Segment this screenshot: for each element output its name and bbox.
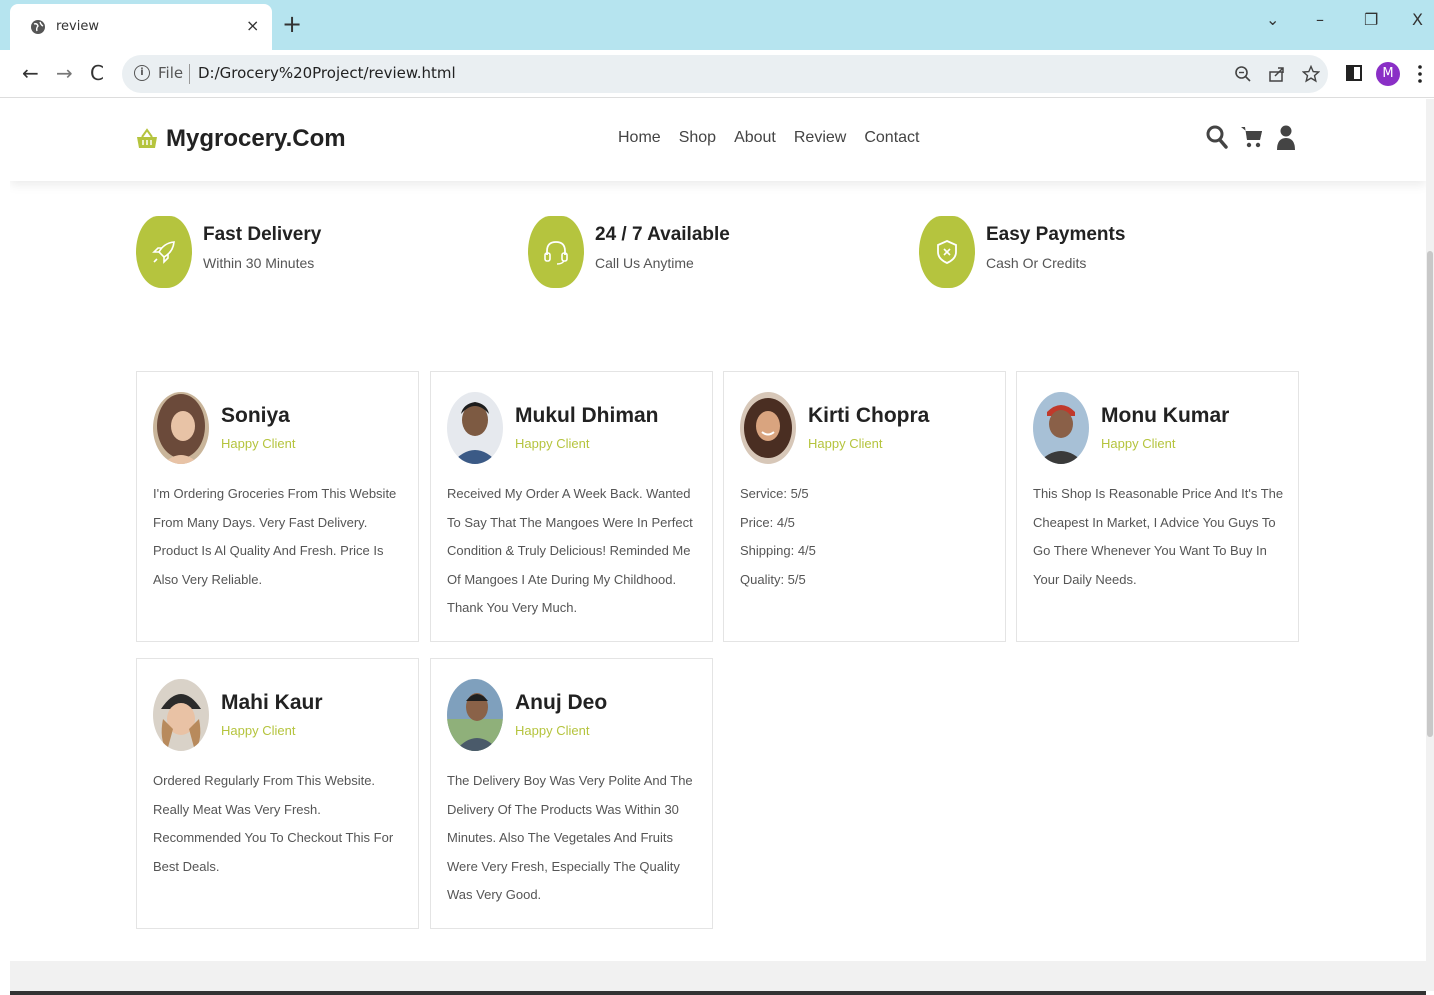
reload-icon[interactable]: C [90,61,104,85]
back-arrow-icon[interactable]: ← [22,61,39,85]
feature-fast-delivery: Fast Delivery Within 30 Minutes [136,216,321,288]
review-card: Monu Kumar Happy Client This Shop Is Rea… [1016,371,1299,642]
review-text: Received My Order A Week Back. Wanted To… [447,486,693,615]
reviewer-name: Mukul Dhiman [515,404,659,427]
review-text: This Shop Is Reasonable Price And It's T… [1033,486,1284,587]
nav-about[interactable]: About [734,129,776,147]
avatar [1033,392,1089,464]
site-logo[interactable]: Mygrocery.Com [136,125,346,153]
reviewer-role: Happy Client [515,723,590,738]
bookmark-star-icon[interactable] [1302,65,1320,83]
reviewer-name: Soniya [221,404,290,427]
reviewer-role: Happy Client [515,436,590,451]
nav-shop[interactable]: Shop [679,129,716,147]
minimize-button[interactable]: – [1316,10,1324,29]
avatar [447,679,503,751]
avatar [153,392,209,464]
info-icon[interactable]: i [134,65,150,81]
omnibox[interactable]: i File D:/Grocery%20Project/review.html [122,55,1328,93]
reviewer-name: Monu Kumar [1101,404,1230,427]
reviewer-role: Happy Client [1101,436,1176,451]
url-text[interactable]: D:/Grocery%20Project/review.html [198,64,456,82]
avatar [447,392,503,464]
main-nav: Home Shop About Review Contact [618,129,937,147]
review-card: Mahi Kaur Happy Client Ordered Regularly… [136,658,419,929]
logo-text: Mygrocery.Com [166,125,346,152]
feature-title: 24 / 7 Available [595,224,730,245]
review-text: Ordered Regularly From This Website. Rea… [153,773,394,874]
forward-arrow-icon[interactable]: → [56,61,73,85]
header-icons [1206,125,1308,151]
reviewer-role: Happy Client [808,436,883,451]
nav-review[interactable]: Review [794,129,846,147]
browser-tab-bar: review × + ⌄ – ❐ X [0,0,1434,50]
feature-subtitle: Call Us Anytime [595,255,694,271]
reviewer-name: Anuj Deo [515,691,608,714]
bottom-border [10,991,1426,995]
review-card: Anuj Deo Happy Client The Delivery Boy W… [430,658,713,929]
tab-title: review [56,19,99,34]
basket-icon [137,128,157,148]
page-scrollbar[interactable] [1426,99,1434,991]
review-card: Kirti Chopra Happy Client Service: 5/5 P… [723,371,1006,642]
menu-dots-icon[interactable] [1414,64,1426,84]
user-icon[interactable] [1276,125,1296,151]
review-text: The Delivery Boy Was Very Polite And The… [447,773,693,902]
feature-easy-payments: Easy Payments Cash Or Credits [919,216,1125,288]
restore-button[interactable]: ❐ [1364,10,1378,29]
page-viewport: Mygrocery.Com Home Shop About Review Con… [10,99,1426,991]
feature-icon-badge [528,216,584,288]
rocket-icon [152,241,175,264]
review-card: Soniya Happy Client I'm Ordering Groceri… [136,371,419,642]
review-card: Mukul Dhiman Happy Client Received My Or… [430,371,713,642]
avatar [153,679,209,751]
reviewer-name: Kirti Chopra [808,404,930,427]
review-text: I'm Ordering Groceries From This Website… [153,486,397,587]
nav-contact[interactable]: Contact [864,129,919,147]
features-section: Fast Delivery Within 30 Minutes 24 / 7 A… [136,216,1336,288]
close-window-button[interactable]: X [1412,10,1423,29]
side-panel-icon[interactable] [1345,64,1363,82]
feature-icon-badge [919,216,975,288]
scrollbar-thumb[interactable] [1427,251,1433,737]
feature-subtitle: Within 30 Minutes [203,255,315,271]
zoom-icon[interactable] [1234,65,1252,83]
browser-tab[interactable]: review × [10,4,272,50]
profile-avatar[interactable]: M [1376,62,1400,86]
reviewer-name: Mahi Kaur [221,691,323,714]
footer-strip [10,961,1426,991]
tab-search-button[interactable]: ⌄ [1266,10,1279,29]
feature-icon-badge [136,216,192,288]
file-label: File [158,64,184,82]
globe-icon [31,20,45,34]
omnibox-divider [189,64,190,84]
review-text: Service: 5/5 Price: 4/5 Shipping: 4/5 Qu… [740,486,816,587]
feature-available: 24 / 7 Available Call Us Anytime [528,216,730,288]
headphones-icon [544,241,568,265]
nav-home[interactable]: Home [618,129,661,147]
shield-icon [937,240,957,264]
site-header: Mygrocery.Com Home Shop About Review Con… [10,99,1426,181]
share-icon[interactable] [1268,65,1286,83]
reviewer-role: Happy Client [221,723,296,738]
avatar [740,392,796,464]
feature-title: Fast Delivery [203,224,322,245]
feature-subtitle: Cash Or Credits [986,255,1087,271]
cart-icon[interactable] [1240,125,1264,149]
address-bar: ← → C i File D:/Grocery%20Project/review… [0,50,1434,98]
feature-title: Easy Payments [986,224,1126,245]
new-tab-button[interactable]: + [282,9,302,39]
search-icon[interactable] [1206,125,1228,149]
reviewer-role: Happy Client [221,436,296,451]
tab-close-button[interactable]: × [246,16,259,35]
